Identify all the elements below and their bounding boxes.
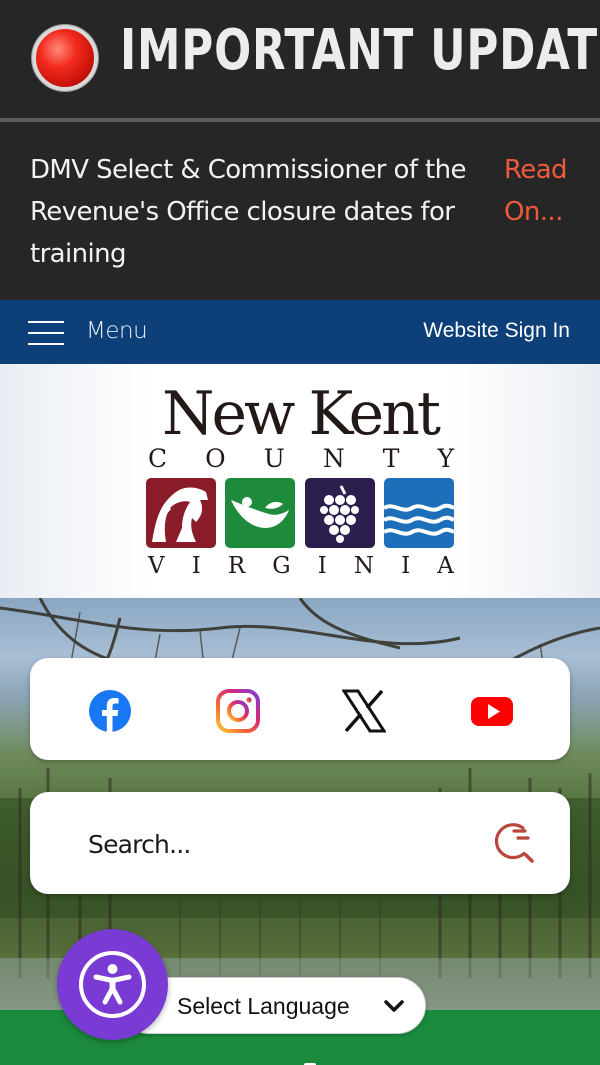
logo-state-letters: V I R G I N I A — [148, 552, 454, 580]
alert-banner-header: IMPORTANT UPDATES — [0, 0, 600, 118]
facebook-icon[interactable] — [88, 689, 132, 733]
logo-letter: R — [227, 553, 246, 579]
logo-letter: I — [401, 553, 411, 579]
logo-county-letters: C O U N T Y — [148, 444, 454, 474]
partial-white-icon — [282, 1056, 320, 1065]
logo-letter: Y — [437, 444, 454, 473]
logo-grapes-tile-icon — [304, 478, 375, 548]
social-links-card — [30, 658, 570, 760]
alert-message[interactable]: DMV Select & Commissioner of the Revenue… — [30, 149, 500, 275]
alert-banner-body: DMV Select & Commissioner of the Revenue… — [0, 122, 600, 300]
site-search-card — [30, 792, 570, 894]
logo-letter: T — [382, 444, 400, 473]
logo-letter: O — [205, 444, 226, 473]
site-header-logo-area: New Kent C O U N T Y V I R G I N I A — [0, 364, 600, 598]
alert-title: IMPORTANT UPDATES — [120, 18, 600, 83]
instagram-icon[interactable] — [216, 689, 260, 733]
logo-letter: C — [148, 444, 168, 473]
search-icon[interactable] — [490, 818, 540, 868]
accessibility-icon — [79, 951, 146, 1018]
website-sign-in-link[interactable]: Website Sign In — [423, 319, 570, 343]
language-select-label: Select Language — [177, 993, 350, 1019]
logo-letter: U — [263, 444, 285, 473]
accessibility-button[interactable] — [57, 929, 168, 1040]
logo-letter: I — [317, 553, 327, 579]
logo-letter: I — [191, 553, 201, 579]
menu-button-label[interactable]: Menu — [86, 318, 148, 344]
logo-letter: N — [322, 444, 345, 473]
chevron-down-icon — [383, 995, 405, 1017]
logo-horse-tile-icon — [146, 478, 216, 548]
search-input[interactable] — [88, 822, 468, 866]
hamburger-menu-icon[interactable] — [28, 321, 64, 345]
logo-water-tile-icon — [383, 478, 454, 548]
logo-letter: G — [272, 553, 291, 579]
logo-letter: V — [148, 553, 165, 579]
logo-emblem-tiles — [146, 478, 454, 548]
top-nav-bar: Menu Website Sign In — [0, 300, 600, 364]
alert-indicator-icon — [32, 25, 98, 91]
youtube-icon[interactable] — [470, 689, 514, 733]
logo-golf-tile-icon — [225, 478, 296, 548]
alert-read-more-link[interactable]: Read On... — [504, 149, 594, 233]
logo-wordmark[interactable]: New Kent — [0, 378, 600, 450]
logo-letter: A — [437, 553, 454, 579]
x-twitter-icon[interactable] — [341, 689, 387, 733]
logo-letter: N — [353, 553, 375, 579]
